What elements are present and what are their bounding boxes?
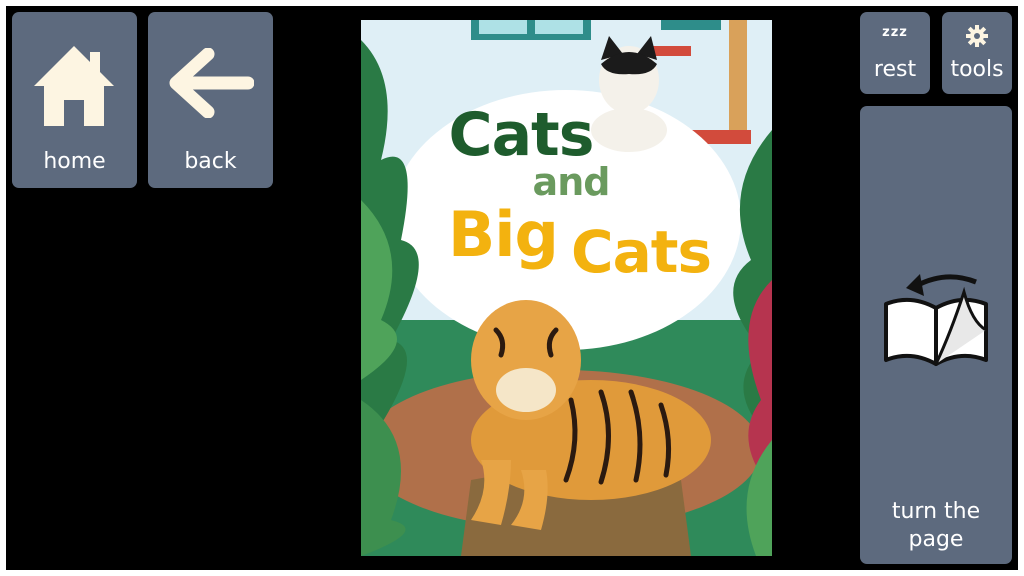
turn-label-line1: turn the (891, 499, 981, 524)
book-cover[interactable]: Cats and Big Cats (361, 20, 772, 556)
tools-button[interactable]: tools (942, 12, 1012, 94)
house-icon (34, 46, 114, 126)
rest-button[interactable]: zzz rest (860, 12, 930, 94)
book-title-line3b: Cats (571, 218, 712, 286)
sleep-zzz-icon: zzz (882, 25, 908, 40)
arrow-left-icon (169, 48, 254, 118)
turn-label-line2: page (908, 527, 964, 552)
back-label: back (184, 149, 237, 174)
home-label: home (43, 149, 106, 174)
book-title-line3a: Big (448, 198, 559, 271)
turn-page-button[interactable]: turn the page (860, 106, 1012, 564)
back-button[interactable]: back (148, 12, 273, 188)
tools-label: tools (950, 57, 1004, 82)
rest-label: rest (873, 57, 917, 82)
open-book-turn-page-icon (884, 274, 988, 366)
gear-icon (966, 25, 988, 47)
home-button[interactable]: home (12, 12, 137, 188)
